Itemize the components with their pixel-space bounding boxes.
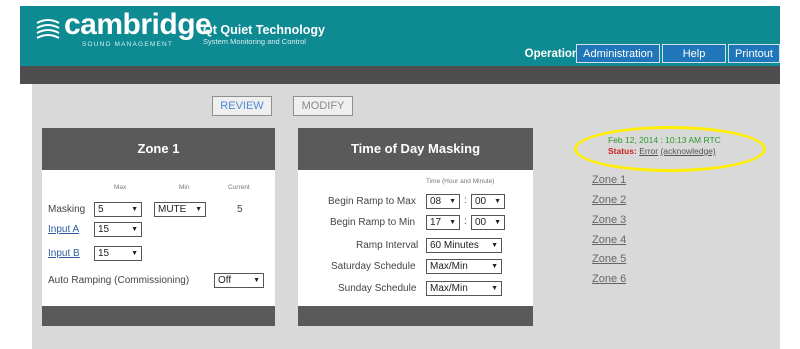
zone-panel-title: Zone 1 <box>42 128 275 170</box>
sunday-schedule-select[interactable]: Max/Min ▼ <box>426 281 502 296</box>
modify-button[interactable]: MODIFY <box>293 96 353 116</box>
header-divider <box>20 66 780 84</box>
begin-ramp-min-label: Begin Ramp to Min <box>330 217 416 228</box>
chevron-down-icon: ▼ <box>253 277 260 284</box>
begin-ramp-max-minute-select[interactable]: 00 ▼ <box>471 194 505 209</box>
chevron-down-icon: ▼ <box>494 219 501 226</box>
chevron-down-icon: ▼ <box>131 250 138 257</box>
ramp-interval-select[interactable]: 60 Minutes ▼ <box>426 238 502 253</box>
auto-ramping-label: Auto Ramping (Commissioning) <box>48 275 190 286</box>
chevron-down-icon: ▼ <box>131 226 138 233</box>
chevron-down-icon: ▼ <box>491 242 498 249</box>
time-separator: : <box>464 216 467 227</box>
begin-ramp-min-hour-select[interactable]: 17 ▼ <box>426 215 460 230</box>
sunday-schedule-label: Sunday Schedule <box>338 283 417 294</box>
product-title: Qt Quiet Technology <box>203 23 325 37</box>
sound-waves-icon <box>36 19 60 39</box>
auto-ramping-value: Off <box>218 275 232 286</box>
nav-button-administration[interactable]: Administration <box>576 44 660 63</box>
chevron-down-icon: ▼ <box>491 285 498 292</box>
chevron-down-icon: ▼ <box>195 206 202 213</box>
status-highlight <box>574 126 766 172</box>
masking-max-value: 5 <box>98 204 104 215</box>
chevron-down-icon: ▼ <box>494 198 501 205</box>
min-column-header: Min <box>179 184 190 191</box>
time-of-day-panel-footer <box>298 306 533 326</box>
zone-link-3[interactable]: Zone 3 <box>592 214 626 226</box>
zone-link-4[interactable]: Zone 4 <box>592 234 626 246</box>
nav-button-help[interactable]: Help <box>662 44 726 63</box>
sunday-schedule-value: Max/Min <box>430 283 468 294</box>
input-a-link[interactable]: Input A <box>48 224 79 235</box>
begin-ramp-min-minute-value: 00 <box>475 217 487 228</box>
app-header: cambridge SOUND MANAGEMENT Qt Quiet Tech… <box>20 6 780 66</box>
begin-ramp-max-label: Begin Ramp to Max <box>328 196 416 207</box>
ramp-interval-label: Ramp Interval <box>356 240 419 251</box>
input-a-select[interactable]: 15 ▼ <box>94 222 142 237</box>
chevron-down-icon: ▼ <box>131 206 138 213</box>
ramp-interval-value: 60 Minutes <box>430 240 479 251</box>
saturday-schedule-select[interactable]: Max/Min ▼ <box>426 259 502 274</box>
review-button[interactable]: REVIEW <box>212 96 272 116</box>
brand-subtitle: SOUND MANAGEMENT <box>82 41 174 48</box>
zone-panel: Zone 1 Max Min Current Masking 5 ▼ MUTE … <box>42 128 275 326</box>
current-column-header: Current <box>228 184 250 191</box>
time-column-header: Time (Hour and Minute) <box>426 178 495 185</box>
masking-label: Masking <box>48 204 86 215</box>
masking-current-value: 5 <box>237 204 243 215</box>
saturday-schedule-label: Saturday Schedule <box>331 261 416 272</box>
zone-link-6[interactable]: Zone 6 <box>592 273 626 285</box>
time-of-day-panel: Time of Day Masking Time (Hour and Minut… <box>298 128 533 326</box>
max-column-header: Max <box>114 184 127 191</box>
input-a-value: 15 <box>98 224 110 235</box>
zone-link-5[interactable]: Zone 5 <box>592 253 626 265</box>
zone-link-2[interactable]: Zone 2 <box>592 194 626 206</box>
begin-ramp-min-hour-value: 17 <box>430 217 442 228</box>
saturday-schedule-value: Max/Min <box>430 261 468 272</box>
masking-min-value: MUTE <box>158 204 187 215</box>
input-b-select[interactable]: 15 ▼ <box>94 246 142 261</box>
begin-ramp-max-minute-value: 00 <box>475 196 487 207</box>
chevron-down-icon: ▼ <box>491 263 498 270</box>
input-b-value: 15 <box>98 248 110 259</box>
time-of-day-title: Time of Day Masking <box>298 128 533 170</box>
chevron-down-icon: ▼ <box>449 198 456 205</box>
auto-ramping-select[interactable]: Off ▼ <box>214 273 264 288</box>
begin-ramp-min-minute-select[interactable]: 00 ▼ <box>471 215 505 230</box>
input-b-link[interactable]: Input B <box>48 248 80 259</box>
zone-panel-footer <box>42 306 275 326</box>
masking-max-select[interactable]: 5 ▼ <box>94 202 142 217</box>
time-separator: : <box>464 195 467 206</box>
zone-link-1[interactable]: Zone 1 <box>592 174 626 186</box>
masking-min-select[interactable]: MUTE ▼ <box>154 202 206 217</box>
nav-button-printout[interactable]: Printout <box>728 44 780 63</box>
begin-ramp-max-hour-select[interactable]: 08 ▼ <box>426 194 460 209</box>
begin-ramp-max-hour-value: 08 <box>430 196 442 207</box>
brand-logo: cambridge <box>64 8 212 41</box>
product-subtitle: System Monitoring and Control <box>203 37 306 46</box>
chevron-down-icon: ▼ <box>449 219 456 226</box>
